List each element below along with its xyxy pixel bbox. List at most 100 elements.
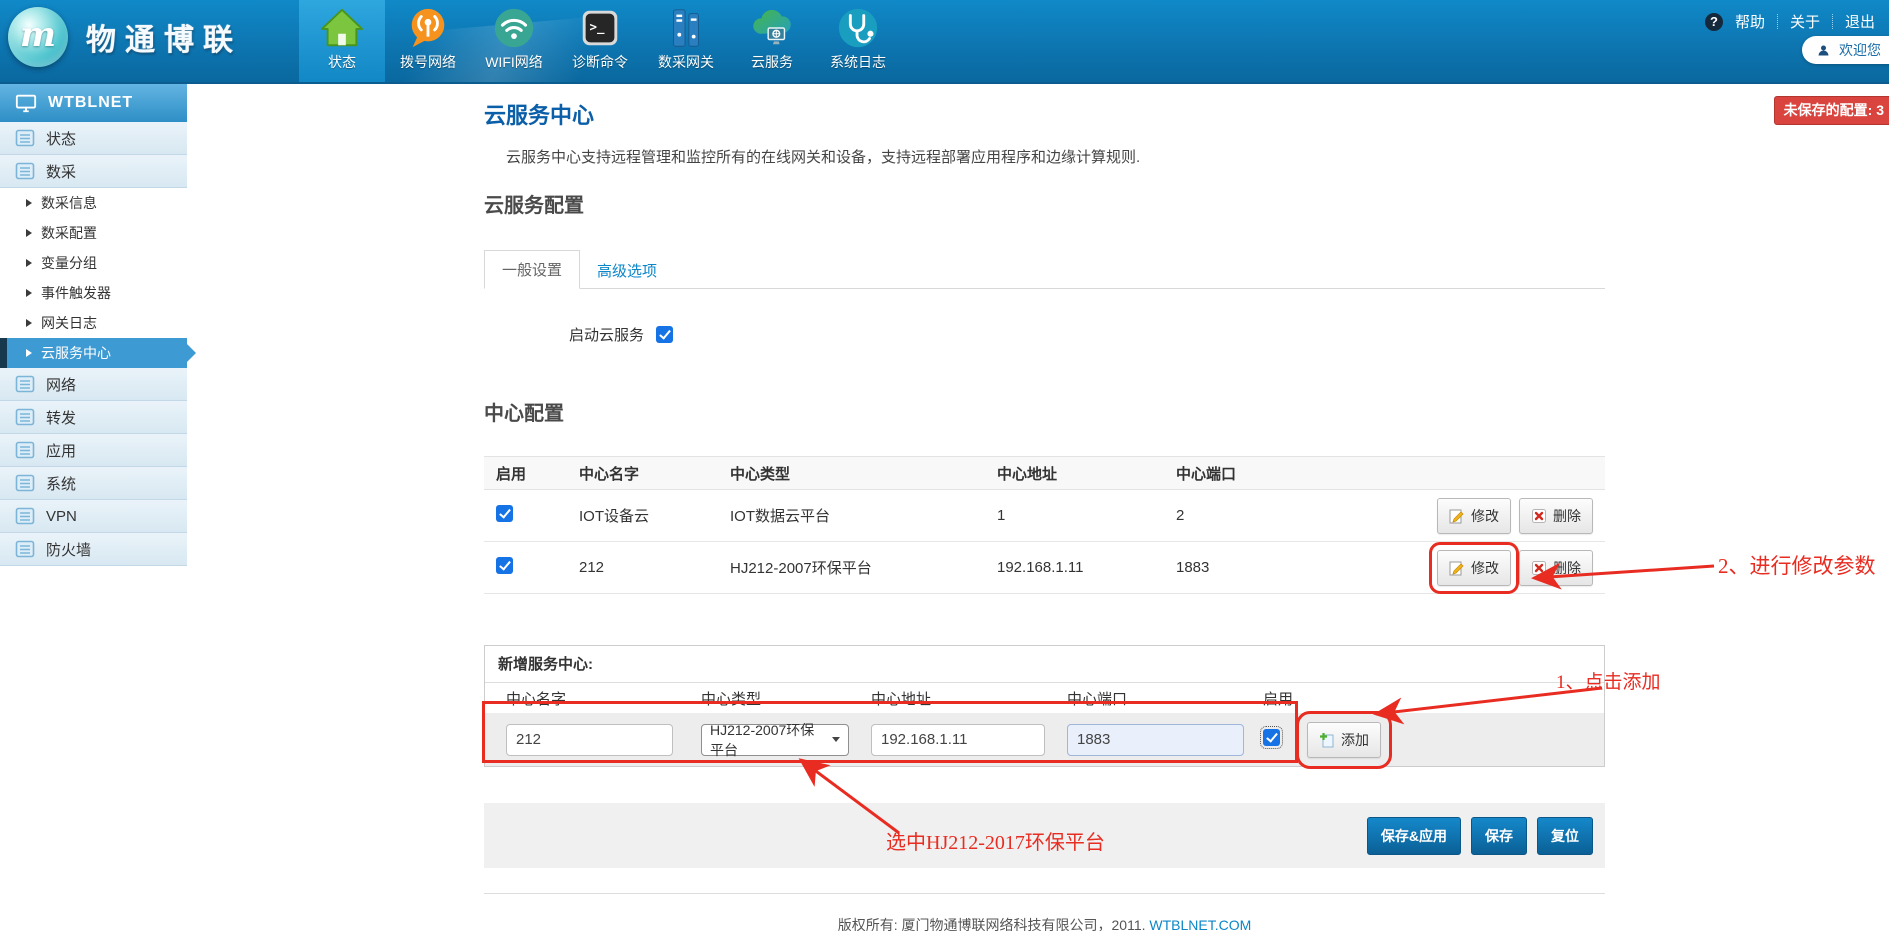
arrow-right-icon	[26, 349, 32, 357]
nav-label: 拨号网络	[400, 52, 456, 72]
footer-divider	[484, 893, 1605, 894]
main-content: 云服务中心 云服务中心支持远程管理和监控所有的在线网关和设备，支持远程部署应用程…	[484, 84, 1605, 931]
footer-link[interactable]: WTBLNET.COM	[1149, 917, 1251, 931]
table-header-row: 启用 中心名字 中心类型 中心地址 中心端口	[484, 456, 1605, 490]
center-name-input[interactable]	[506, 724, 673, 756]
home-icon	[319, 5, 365, 51]
chevron-down-icon	[832, 737, 840, 742]
nav-item-status[interactable]: 状态	[299, 0, 385, 84]
cell-center-port: 2	[1166, 507, 1396, 524]
label-enable: 启用	[1263, 688, 1307, 709]
copyright-text: 版权所有: 厦门物通博联网络科技有限公司，2011.	[838, 917, 1150, 931]
section-cloud-config: 云服务配置	[484, 189, 584, 218]
row-enable-checkbox[interactable]	[496, 557, 513, 574]
center-port-input[interactable]	[1067, 724, 1244, 756]
tab-general-settings[interactable]: 一般设置	[484, 250, 580, 289]
stethoscope-icon	[835, 5, 881, 51]
center-type-select[interactable]: HJ212-2007环保平台	[701, 724, 849, 756]
page-description: 云服务中心支持远程管理和监控所有的在线网关和设备，支持远程部署应用程序和边缘计算…	[506, 146, 1140, 167]
reset-button[interactable]: 复位	[1537, 817, 1593, 855]
sidebar-subitem-data-config[interactable]: 数采配置	[0, 218, 187, 248]
nav-item-system-log[interactable]: 系统日志	[815, 0, 901, 84]
logo-text: 物通博联	[86, 15, 242, 59]
center-address-input[interactable]	[871, 724, 1045, 756]
add-center-panel: 新增服务中心: 中心名字 中心类型 中心地址 中心端口 启用 HJ212-200…	[484, 645, 1605, 767]
column-header-type: 中心类型	[720, 463, 987, 484]
nav-item-wifi-network[interactable]: WIFI网络	[471, 0, 557, 84]
add-enable-checkbox[interactable]	[1263, 729, 1280, 746]
nav-label: 云服务	[751, 52, 793, 72]
sidebar-item-forwarding[interactable]: 转发	[0, 401, 187, 434]
list-icon	[15, 407, 35, 427]
enable-cloud-row: 启动云服务	[569, 324, 673, 345]
nav-label: 系统日志	[830, 52, 886, 72]
arrow-right-icon	[26, 289, 32, 297]
delete-button[interactable]: 删除	[1519, 498, 1593, 534]
list-icon	[15, 473, 35, 493]
tab-advanced-options[interactable]: 高级选项	[580, 252, 674, 289]
sidebar-subitem-cloud-center[interactable]: 云服务中心	[0, 338, 187, 368]
sidebar-item-vpn[interactable]: VPN	[0, 500, 187, 533]
list-icon	[15, 539, 35, 559]
terminal-icon: >_	[577, 5, 623, 51]
list-icon	[15, 374, 35, 394]
welcome-pill[interactable]: 欢迎您	[1802, 36, 1889, 64]
nav-item-diagnostic[interactable]: >_ 诊断命令	[557, 0, 643, 84]
sidebar: WTBLNET 状态 数采 数采信息 数采配置 变量分组 事件触发器 网关日志	[0, 84, 187, 931]
sidebar-item-firewall[interactable]: 防火墙	[0, 533, 187, 566]
list-icon	[15, 440, 35, 460]
sidebar-subitem-variable-group[interactable]: 变量分组	[0, 248, 187, 278]
sidebar-subitem-gateway-log[interactable]: 网关日志	[0, 308, 187, 338]
save-button[interactable]: 保存	[1471, 817, 1527, 855]
add-icon	[1319, 732, 1335, 748]
logout-link[interactable]: 退出	[1833, 11, 1887, 32]
sidebar-subitem-label: 事件触发器	[41, 283, 111, 303]
add-button[interactable]: 添加	[1307, 722, 1381, 758]
sidebar-header: WTBLNET	[0, 84, 187, 122]
sidebar-item-network[interactable]: 网络	[0, 368, 187, 401]
column-header-enable: 启用	[484, 463, 569, 484]
svg-text:>_: >_	[589, 19, 604, 35]
nav-item-data-gateway[interactable]: 数采网关	[643, 0, 729, 84]
edit-button[interactable]: 修改	[1437, 498, 1511, 534]
help-link[interactable]: 帮助	[1723, 11, 1777, 32]
enable-cloud-checkbox[interactable]	[656, 326, 673, 343]
brand-orb-icon: m	[8, 7, 68, 67]
delete-button[interactable]: 删除	[1519, 550, 1593, 586]
label-center-address: 中心地址	[871, 688, 1067, 709]
sidebar-item-application[interactable]: 应用	[0, 434, 187, 467]
sidebar-item-status[interactable]: 状态	[0, 122, 187, 155]
cell-center-address: 1	[987, 507, 1166, 524]
row-enable-checkbox[interactable]	[496, 505, 513, 522]
nav-item-cloud-service[interactable]: 云服务	[729, 0, 815, 84]
sidebar-subitem-data-info[interactable]: 数采信息	[0, 188, 187, 218]
nav-item-dialup-network[interactable]: 拨号网络	[385, 0, 471, 84]
sidebar-subitem-label: 变量分组	[41, 253, 97, 273]
main-nav: 状态 拨号网络 WIFI网络 >_ 诊断命令 数采网关 云服务	[299, 0, 901, 84]
cloud-icon	[749, 5, 795, 51]
footer-copyright: 版权所有: 厦门物通博联网络科技有限公司，2011. WTBLNET.COM	[484, 915, 1605, 931]
annotation-step-add: 1、点击添加	[1556, 667, 1661, 694]
sidebar-subitem-label: 网关日志	[41, 313, 97, 333]
arrow-right-icon	[26, 259, 32, 267]
sidebar-subitem-label: 云服务中心	[41, 343, 111, 363]
sidebar-item-data-acquisition[interactable]: 数采	[0, 155, 187, 188]
sidebar-item-system[interactable]: 系统	[0, 467, 187, 500]
sidebar-subitem-event-trigger[interactable]: 事件触发器	[0, 278, 187, 308]
add-center-labels: 中心名字 中心类型 中心地址 中心端口 启用	[485, 683, 1604, 713]
wifi-icon	[491, 5, 537, 51]
sidebar-subitem-label: 数采信息	[41, 193, 97, 213]
edit-button-highlighted[interactable]: 修改	[1437, 550, 1511, 586]
sidebar-title: WTBLNET	[48, 94, 133, 112]
delete-icon	[1531, 560, 1547, 576]
sidebar-subitem-label: 数采配置	[41, 223, 97, 243]
label-center-name: 中心名字	[506, 688, 701, 709]
save-apply-button[interactable]: 保存&应用	[1367, 817, 1461, 855]
about-link[interactable]: 关于	[1778, 11, 1832, 32]
sidebar-item-label: 转发	[46, 407, 76, 428]
column-header-port: 中心端口	[1166, 463, 1396, 484]
tab-bar: 一般设置 高级选项	[484, 254, 1605, 289]
cell-center-type: HJ212-2007环保平台	[720, 557, 987, 578]
cell-center-type: IOT数据云平台	[720, 505, 987, 526]
cell-center-name: 212	[569, 559, 720, 576]
